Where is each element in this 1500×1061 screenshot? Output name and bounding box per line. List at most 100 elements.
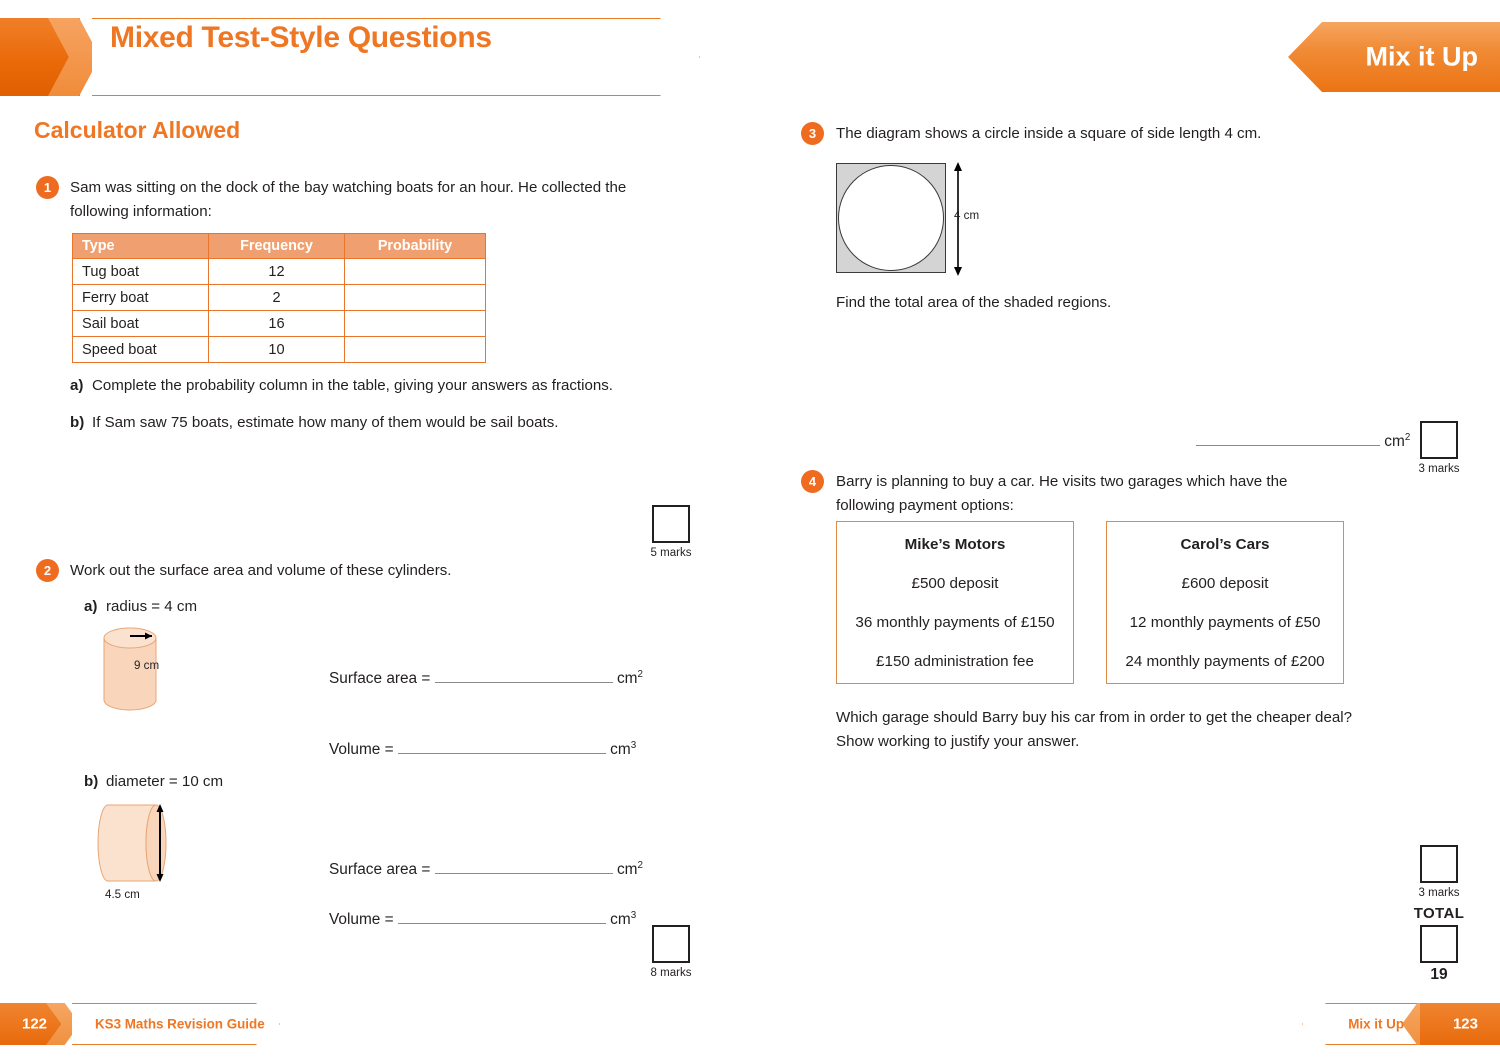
- circle-shape: [838, 165, 944, 271]
- revision-guide-spread: Mixed Test-Style Questions Mix it Up Cal…: [0, 0, 1500, 1061]
- cell-probability-blank[interactable]: [344, 310, 486, 337]
- marks-indicator-q2: 8 marks: [641, 925, 701, 979]
- answer-rule[interactable]: [434, 861, 613, 875]
- page-number-left: 122: [22, 1015, 48, 1033]
- cell-frequency: 10: [208, 336, 345, 363]
- book-title-footer: KS3 Maths Revision Guide: [95, 1016, 265, 1032]
- question-4-text: Barry is planning to buy a car. He visit…: [836, 473, 1288, 514]
- surface-area-answer-a: Surface area = cm2: [329, 669, 643, 688]
- footer-left: 122 KS3 Maths Revision Guide: [0, 1003, 290, 1045]
- page-title: Mixed Test-Style Questions: [110, 21, 492, 54]
- cell-type: Tug boat: [72, 258, 209, 285]
- page-number-right: 123: [1452, 1015, 1478, 1033]
- question-4-prompt: Which garage should Barry buy his car fr…: [836, 709, 1352, 750]
- section-name-footer: Mix it Up: [1348, 1016, 1404, 1032]
- garage-detail: £150 administration fee: [876, 652, 1034, 670]
- unit-cm3: cm3: [610, 740, 637, 759]
- marks-label: 5 marks: [650, 547, 692, 559]
- cell-type: Ferry boat: [72, 284, 209, 311]
- cell-probability-blank[interactable]: [344, 284, 486, 311]
- question-number-4: 4: [801, 470, 824, 493]
- marks-indicator-q4: 3 marks: [1409, 845, 1469, 899]
- question-number-1: 1: [36, 176, 59, 199]
- cell-probability-blank[interactable]: [344, 336, 486, 363]
- cell-type: Speed boat: [72, 336, 209, 363]
- column-header-frequency: Frequency: [208, 233, 345, 259]
- question-3-prompt: Find the total area of the shaded region…: [836, 294, 1112, 311]
- question-3-answer-line: cm2: [1196, 432, 1410, 451]
- table-row: Speed boat 10: [72, 336, 486, 363]
- question-1b-label: b): [70, 414, 85, 431]
- marks-label: 3 marks: [1418, 887, 1460, 899]
- marks-indicator-q3: 3 marks: [1409, 421, 1469, 475]
- total-marks-indicator: 19: [1409, 925, 1469, 984]
- question-1a-text: Complete the probability column in the t…: [92, 377, 613, 394]
- table-header-row: Type Frequency Probability: [72, 233, 486, 259]
- marks-label: 3 marks: [1418, 463, 1460, 475]
- garage-detail: £600 deposit: [1181, 574, 1269, 592]
- question-1-text: Sam was sitting on the dock of the bay w…: [70, 179, 627, 220]
- unit-cm3: cm3: [610, 910, 637, 929]
- column-header-type: Type: [72, 233, 209, 259]
- unit-cm2: cm2: [1384, 432, 1411, 451]
- cell-frequency: 12: [208, 258, 345, 285]
- section-tab-label: Mix it Up: [1365, 41, 1479, 72]
- question-2b-label: b): [84, 773, 99, 790]
- garage-name: Mike’s Motors: [904, 535, 1006, 553]
- question-3-text: The diagram shows a circle inside a squa…: [836, 125, 1262, 142]
- question-number-3: 3: [801, 122, 824, 145]
- total-marks-box[interactable]: [1420, 925, 1458, 963]
- garage-detail: £500 deposit: [911, 574, 999, 592]
- question-2b-text: diameter = 10 cm: [106, 773, 224, 790]
- garage-detail: 36 monthly payments of £150: [855, 613, 1055, 631]
- cell-type: Sail boat: [72, 310, 209, 337]
- unit-cm2: cm2: [616, 860, 643, 879]
- table-row: Tug boat 12: [72, 258, 486, 285]
- marks-indicator-q1: 5 marks: [641, 505, 701, 559]
- garage-detail: 12 monthly payments of £50: [1129, 613, 1321, 631]
- table-row: Sail boat 16: [72, 310, 486, 337]
- garage-card-mikes-motors: Mike’s Motors £500 deposit 36 monthly pa…: [836, 521, 1074, 684]
- volume-label: Volume =: [329, 911, 394, 929]
- horizontal-cylinder-diagram: [97, 804, 167, 882]
- surface-area-answer-b: Surface area = cm2: [329, 860, 643, 879]
- marks-box[interactable]: [652, 505, 690, 543]
- square-side-label: 4 cm: [954, 209, 980, 222]
- footer-right: Mix it Up 123: [1302, 1003, 1500, 1045]
- total-value: 19: [1430, 966, 1448, 983]
- answer-rule[interactable]: [434, 670, 613, 684]
- garage-detail: 24 monthly payments of £200: [1125, 652, 1325, 670]
- question-2a-label: a): [84, 598, 98, 615]
- marks-label: 8 marks: [650, 967, 692, 979]
- cell-frequency: 16: [208, 310, 345, 337]
- garage-card-carols-cars: Carol’s Cars £600 deposit 12 monthly pay…: [1106, 521, 1344, 684]
- surface-area-label: Surface area =: [329, 861, 431, 879]
- garage-name: Carol’s Cars: [1180, 535, 1270, 553]
- section-heading: Calculator Allowed: [34, 117, 241, 143]
- volume-answer-b: Volume = cm3: [329, 910, 636, 929]
- answer-rule[interactable]: [1196, 433, 1380, 447]
- question-1a-label: a): [70, 377, 84, 394]
- cell-frequency: 2: [208, 284, 345, 311]
- table-row: Ferry boat 2: [72, 284, 486, 311]
- vertical-cylinder-diagram: [103, 627, 157, 711]
- surface-area-label: Surface area =: [329, 670, 431, 688]
- answer-rule[interactable]: [397, 911, 606, 925]
- marks-box[interactable]: [1420, 421, 1458, 459]
- boat-frequency-table: Type Frequency Probability Tug boat 12 F…: [72, 233, 486, 363]
- marks-box[interactable]: [652, 925, 690, 963]
- cylinder-height-label-a: 9 cm: [134, 659, 160, 672]
- marks-box[interactable]: [1420, 845, 1458, 883]
- total-label: TOTAL: [1413, 905, 1465, 922]
- cell-probability-blank[interactable]: [344, 258, 486, 285]
- volume-answer-a: Volume = cm3: [329, 740, 636, 759]
- column-header-probability: Probability: [344, 233, 486, 259]
- answer-rule[interactable]: [397, 741, 606, 755]
- cylinder-width-label-b: 4.5 cm: [105, 888, 140, 901]
- question-1b-text: If Sam saw 75 boats, estimate how many o…: [92, 414, 559, 431]
- unit-cm2: cm2: [616, 669, 643, 688]
- question-2a-text: radius = 4 cm: [106, 598, 198, 615]
- question-number-2: 2: [36, 559, 59, 582]
- question-2-text: Work out the surface area and volume of …: [70, 562, 452, 579]
- volume-label: Volume =: [329, 741, 394, 759]
